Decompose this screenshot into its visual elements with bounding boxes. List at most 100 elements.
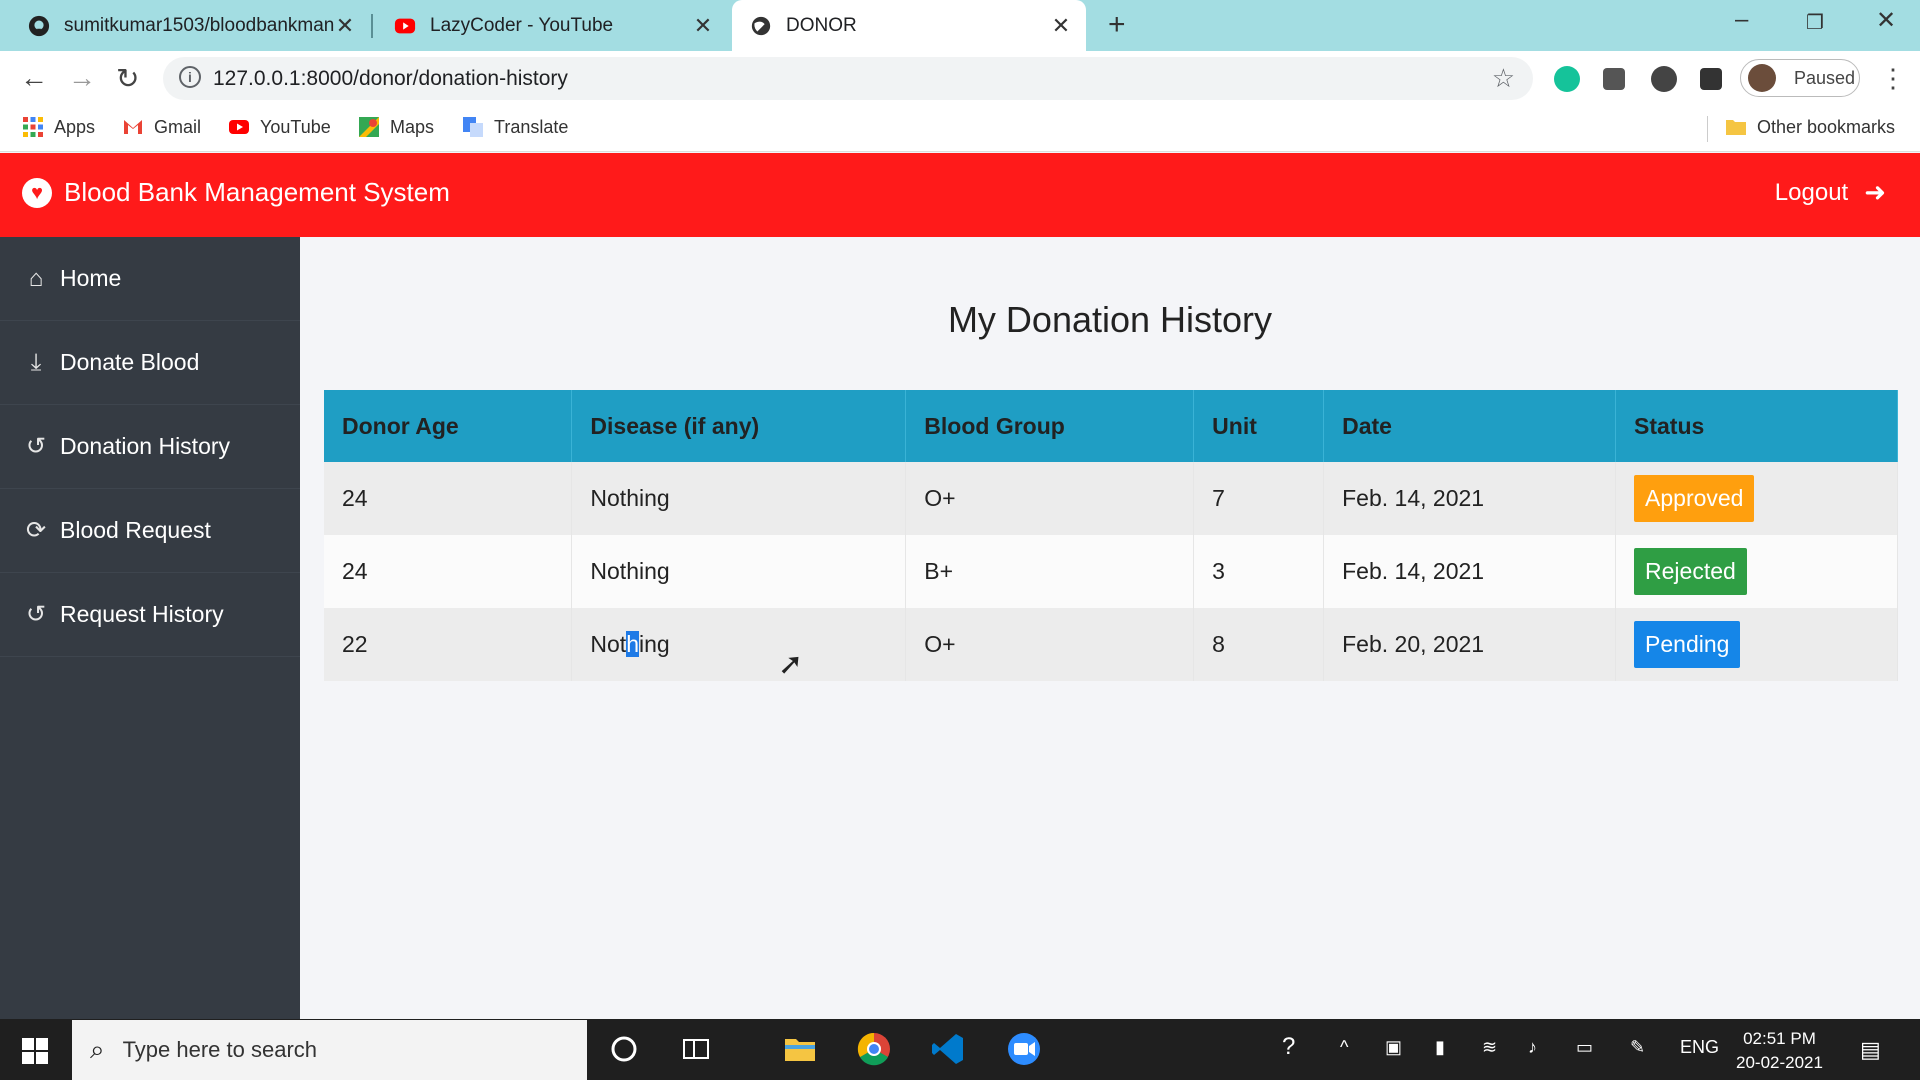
file-explorer-icon[interactable] xyxy=(782,1031,818,1067)
column-header-unit: Unit xyxy=(1193,390,1325,462)
apps-grid-icon xyxy=(23,117,43,137)
cell-unit: 8 xyxy=(1193,608,1325,681)
extension-cc-icon[interactable] xyxy=(1651,66,1677,92)
page-title: My Donation History xyxy=(947,299,1273,340)
cell-status: Pending xyxy=(1615,608,1898,681)
sidebar-item-request-history[interactable]: ↺ Request History xyxy=(0,573,300,657)
forward-icon[interactable]: → xyxy=(68,62,96,94)
browser-toolbar: ← → ↻ i 127.0.0.1:8000/donor/donation-hi… xyxy=(0,51,1920,106)
volume-icon[interactable]: ♪ xyxy=(1528,1037,1537,1058)
table-row: 22 Nothing O+ 8 Feb. 20, 2021 Pending xyxy=(324,608,1898,681)
github-icon xyxy=(28,15,50,36)
table-row: 24 Nothing B+ 3 Feb. 14, 2021 Rejected xyxy=(324,535,1898,608)
donation-history-table: Donor Age Disease (if any) Blood Group U… xyxy=(324,390,1898,681)
bookmark-star-icon[interactable]: ☆ xyxy=(1492,63,1515,94)
wifi-icon[interactable]: ≋ xyxy=(1482,1037,1497,1058)
info-icon[interactable]: i xyxy=(179,66,201,88)
bookmarks-bar: Apps Gmail YouTube Maps Translate Other … xyxy=(0,106,1920,152)
bookmark-apps[interactable]: Apps xyxy=(22,116,95,138)
sidebar-item-label: Donate Blood xyxy=(60,349,200,375)
reload-icon[interactable]: ↻ xyxy=(116,62,139,95)
brand[interactable]: ♥ Blood Bank Management System xyxy=(22,177,450,208)
browser-tab-donor-active[interactable]: DONOR ✕ xyxy=(732,0,1086,51)
device-icon[interactable]: ▣ xyxy=(1385,1037,1402,1058)
back-icon[interactable]: ← xyxy=(20,62,48,94)
cell-blood-group: B+ xyxy=(905,535,1195,608)
browser-tab-github[interactable]: sumitkumar1503/bloodbankman ✕ xyxy=(10,0,370,51)
cell-date: Feb. 14, 2021 xyxy=(1323,462,1617,535)
sidebar-item-label: Request History xyxy=(60,601,224,627)
new-tab-button[interactable]: + xyxy=(1108,8,1126,42)
cell-donor-age: 24 xyxy=(324,462,573,535)
system-clock[interactable]: 02:51 PM 20-02-2021 xyxy=(1736,1027,1823,1075)
cell-date: Feb. 14, 2021 xyxy=(1323,535,1617,608)
cortana-icon[interactable] xyxy=(606,1031,642,1067)
extensions-puzzle-icon[interactable] xyxy=(1700,68,1722,90)
notifications-icon[interactable]: ▤ xyxy=(1860,1037,1881,1063)
chevron-up-icon[interactable]: ^ xyxy=(1340,1037,1348,1058)
window-close-icon[interactable]: ✕ xyxy=(1876,6,1896,35)
close-icon[interactable]: ✕ xyxy=(334,13,356,39)
maps-icon xyxy=(359,117,379,137)
sidebar-item-donation-history[interactable]: ↺ Donation History xyxy=(0,405,300,489)
bookmark-youtube[interactable]: YouTube xyxy=(228,116,331,138)
task-view-icon[interactable] xyxy=(678,1031,714,1067)
heart-icon: ♥ xyxy=(22,177,52,208)
bookmark-other-folder[interactable]: Other bookmarks xyxy=(1725,116,1895,138)
cell-disease: Nothing xyxy=(571,535,907,608)
tab-title: LazyCoder - YouTube xyxy=(430,14,614,36)
sidebar-item-label: Blood Request xyxy=(60,517,211,543)
cell-blood-group: O+ xyxy=(905,608,1195,681)
column-header-donor-age: Donor Age xyxy=(324,390,573,462)
address-bar[interactable]: i 127.0.0.1:8000/donor/donation-history … xyxy=(163,57,1533,100)
sidebar-item-donate-blood[interactable]: ⤓ Donate Blood xyxy=(0,321,300,405)
bookmark-label: Other bookmarks xyxy=(1757,116,1896,137)
youtube-icon xyxy=(394,18,416,33)
pen-icon[interactable]: ✎ xyxy=(1630,1037,1645,1058)
sidebar: ⌂ Home ⤓ Donate Blood ↺ Donation History… xyxy=(0,237,300,1019)
cell-disease: Nothing xyxy=(571,608,907,681)
zoom-meeting-icon[interactable] xyxy=(1006,1031,1042,1067)
sidebar-item-blood-request[interactable]: ⟳ Blood Request xyxy=(0,489,300,573)
profile-status: Paused xyxy=(1794,67,1856,88)
bookmark-label: Apps xyxy=(54,116,96,137)
url-text[interactable]: 127.0.0.1:8000/donor/donation-history xyxy=(213,67,568,91)
taskbar-search-box[interactable]: ⌕ Type here to search xyxy=(72,1020,587,1080)
bookmark-label: YouTube xyxy=(260,116,331,137)
main-content: My Donation History Donor Age Disease (i… xyxy=(300,237,1920,1019)
bookmark-maps[interactable]: Maps xyxy=(358,116,434,138)
sidebar-item-home[interactable]: ⌂ Home xyxy=(0,237,300,321)
selected-text: h xyxy=(626,631,639,657)
logout-label: Logout xyxy=(1774,178,1849,206)
profile-button[interactable]: Paused xyxy=(1740,59,1860,97)
browser-menu-icon[interactable]: ⋮ xyxy=(1880,63,1906,94)
vscode-icon[interactable] xyxy=(930,1031,966,1067)
browser-tab-youtube[interactable]: LazyCoder - YouTube ✕ xyxy=(376,0,728,51)
cell-disease: Nothing xyxy=(571,462,907,535)
microphone-icon[interactable]: ▮ xyxy=(1435,1037,1445,1058)
bookmark-label: Maps xyxy=(390,116,435,137)
close-icon[interactable]: ✕ xyxy=(1050,13,1072,39)
help-icon[interactable]: ? xyxy=(1282,1033,1295,1061)
minimize-icon[interactable]: – xyxy=(1735,6,1748,34)
extension-pen-icon[interactable] xyxy=(1603,68,1625,90)
status-badge: Pending xyxy=(1634,621,1741,668)
cell-unit: 7 xyxy=(1193,462,1325,535)
bookmark-translate[interactable]: Translate xyxy=(462,116,568,138)
bookmark-gmail[interactable]: Gmail xyxy=(122,116,201,138)
mouse-cursor-icon: ➚ xyxy=(778,648,804,681)
sign-out-icon: ➜ xyxy=(1864,177,1886,207)
cell-date: Feb. 20, 2021 xyxy=(1323,608,1617,681)
clock-date: 20-02-2021 xyxy=(1736,1053,1823,1072)
windows-start-icon[interactable] xyxy=(22,1038,48,1064)
bookmark-label: Translate xyxy=(494,116,569,137)
chrome-icon[interactable] xyxy=(856,1031,892,1067)
language-indicator[interactable]: ENG xyxy=(1680,1037,1719,1058)
cell-unit: 3 xyxy=(1193,535,1325,608)
battery-icon[interactable]: ▭ xyxy=(1576,1037,1593,1058)
grammarly-icon[interactable] xyxy=(1554,66,1580,92)
logout-button[interactable]: Logout ➜ xyxy=(1775,177,1886,208)
restore-icon[interactable]: ❐ xyxy=(1806,10,1824,35)
close-icon[interactable]: ✕ xyxy=(692,13,714,39)
column-header-status: Status xyxy=(1615,390,1898,462)
